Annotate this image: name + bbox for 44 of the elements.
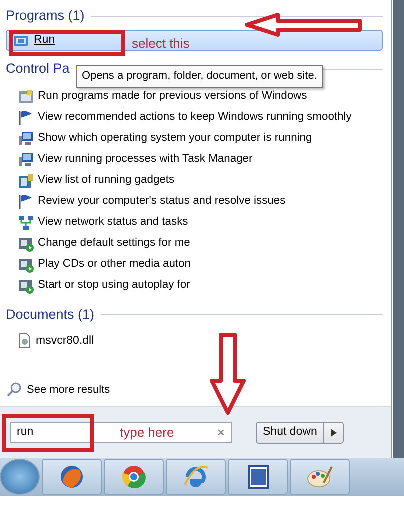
result-link[interactable]: Start or stop using autoplay for <box>38 277 190 294</box>
result-link[interactable]: View list of running gadgets <box>38 172 175 189</box>
flag-icon <box>18 110 34 126</box>
taskbar-button[interactable] <box>42 459 102 495</box>
see-more-link[interactable]: See more results <box>27 382 110 398</box>
result-link[interactable]: View recommended actions to keep Windows running smoothly <box>38 109 352 126</box>
section-heading: Control Pa <box>6 60 70 78</box>
monitor-icon <box>18 130 34 146</box>
result-link[interactable]: Change default settings for me <box>38 235 190 252</box>
file-icon <box>18 333 32 350</box>
media-settings-icon <box>18 256 34 272</box>
result-link[interactable]: Show which operating system your computer is running <box>38 130 312 147</box>
media-settings-icon <box>18 236 34 252</box>
taskbar-button[interactable] <box>166 459 226 495</box>
browser-icon <box>120 463 148 491</box>
taskbar-button[interactable] <box>104 459 164 495</box>
annotation-text-overlay: select this <box>132 35 190 53</box>
result-link[interactable]: Run programs made for previous versions of Windows <box>38 88 308 105</box>
section-heading: Documents (1) <box>6 306 95 324</box>
run-icon <box>13 34 29 48</box>
taskbar-button[interactable] <box>290 459 350 495</box>
taskbar-button[interactable] <box>228 459 288 495</box>
triangle-icon <box>330 428 337 436</box>
browser-icon <box>58 463 86 491</box>
section-heading: Programs (1) <box>6 7 85 25</box>
result-link[interactable]: View running processes with Task Manager <box>38 151 253 168</box>
result-link[interactable]: msvcr80.dll <box>36 332 94 350</box>
flag-icon <box>18 194 34 210</box>
options-button[interactable] <box>324 422 344 444</box>
network-icon <box>18 214 34 230</box>
window-icon <box>18 88 34 104</box>
result-link[interactable]: Review your computer's status and resolve issues <box>38 193 286 210</box>
result-link[interactable]: Play CDs or other media auton <box>38 256 191 273</box>
tooltip-overlay: Opens a program, folder, document, or web site. <box>76 65 324 88</box>
media-settings-icon <box>18 278 34 294</box>
start-button[interactable] <box>0 459 40 495</box>
shut-down-button[interactable]: Shut down <box>256 422 324 444</box>
result-label: Run <box>34 33 56 48</box>
result-link[interactable]: View network status and tasks <box>38 214 188 231</box>
search-icon <box>6 382 22 398</box>
gadget-icon <box>18 172 34 188</box>
monitor-icon <box>18 152 34 168</box>
clear-button[interactable]: × <box>217 422 225 442</box>
annotation-text-overlay: type here <box>120 424 174 442</box>
